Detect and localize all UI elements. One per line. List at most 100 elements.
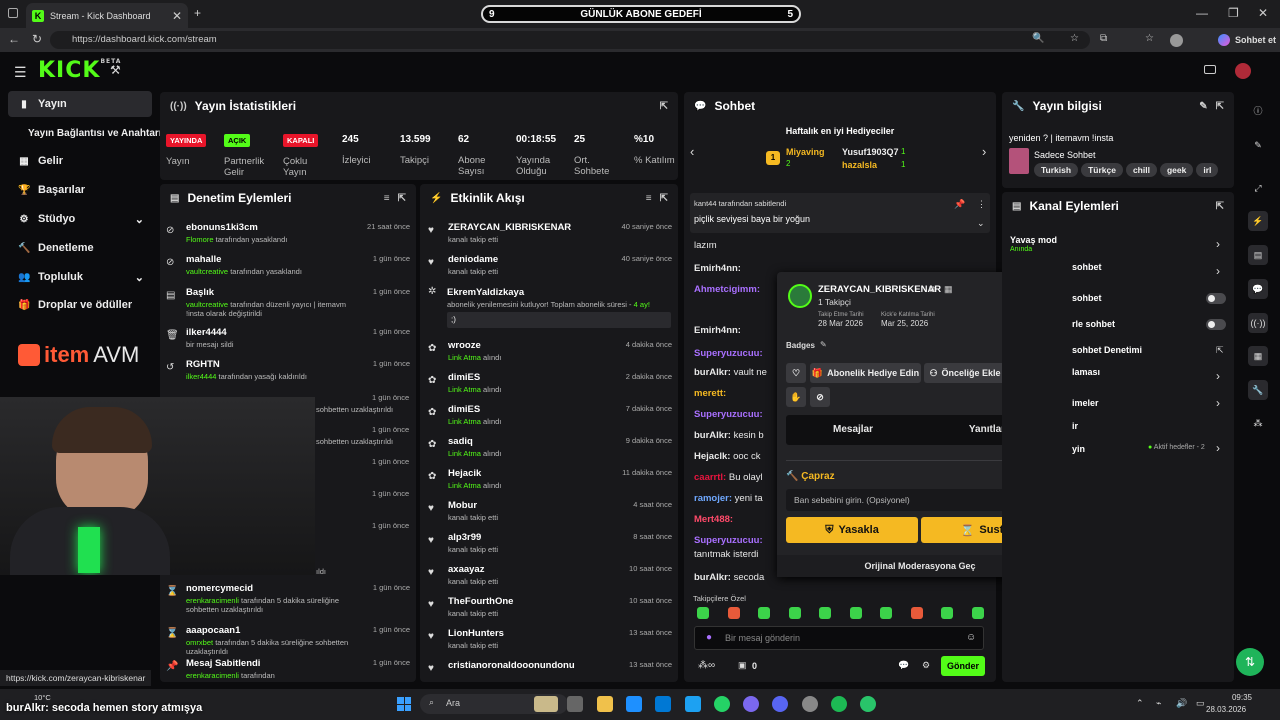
moderator-name[interactable]: omrxbet	[186, 638, 213, 647]
reload-icon[interactable]: ↻	[32, 32, 42, 46]
row-user[interactable]: Başlık	[186, 287, 365, 298]
expand-icon[interactable]: ⤢	[1248, 178, 1268, 198]
battery-icon[interactable]: ▭	[1196, 698, 1205, 709]
sidebar-item-yayin[interactable]: ▮ Yayın	[8, 91, 152, 117]
activity-row[interactable]: ♥ Mobur kanalı takip etti 4 saat önce	[428, 500, 672, 532]
row-user[interactable]: nomercymecid	[186, 583, 365, 594]
row-user[interactable]: alp3r99	[448, 532, 625, 543]
emote-icon[interactable]	[788, 607, 801, 619]
chat-message[interactable]: caarrtl: Bu olayl	[694, 472, 763, 483]
mic-icon[interactable]: ●	[706, 632, 712, 643]
popout-icon[interactable]: ⇱	[398, 193, 406, 204]
popout-icon[interactable]: ⇱	[660, 101, 668, 112]
chat-username[interactable]: Hejaclk:	[694, 451, 730, 462]
sidebar-item-droplar[interactable]: 🎁 Droplar ve ödüller	[8, 292, 152, 318]
next-arrow-icon[interactable]: ›	[982, 144, 986, 159]
activity-row[interactable]: ♥ axaayaz kanalı takip etti 10 saat önce	[428, 564, 672, 596]
chat-username[interactable]: Superyuzucuu:	[694, 535, 763, 546]
maximize-icon[interactable]: ❐	[1228, 6, 1239, 20]
moderation-row[interactable]: ⊘ ebonuns1ki3cm Flomore tarafından yasakla…	[166, 222, 410, 254]
row-user[interactable]: cristianoronaldooonundonu	[448, 660, 621, 671]
row-user[interactable]: Mobur	[448, 500, 625, 511]
weather-temp[interactable]: 10°C	[34, 693, 51, 702]
chat-message[interactable]: Mert488:	[694, 514, 733, 525]
profile-avatar[interactable]	[1170, 34, 1183, 47]
popout-icon[interactable]: ⇱	[1216, 201, 1224, 212]
chat-message[interactable]: merett:	[694, 388, 726, 399]
chat-username[interactable]: Emirh4nn:	[694, 325, 741, 336]
chevron-down-icon[interactable]: ⌄	[977, 218, 985, 229]
kick-logo[interactable]: KICKBETA	[38, 58, 121, 83]
emote-icon[interactable]	[758, 607, 770, 619]
taskbar-app-icon[interactable]	[713, 696, 730, 712]
prev-arrow-icon[interactable]: ‹	[690, 144, 694, 159]
moderation-row[interactable]: ↺ RGHTN ilker4444 tarafından yasağı kaldır…	[166, 359, 410, 391]
wrench-icon[interactable]: 🔧	[1248, 380, 1268, 400]
emote-icon[interactable]	[697, 607, 709, 619]
taskbar-app-icon[interactable]	[655, 696, 672, 712]
chat-message[interactable]: lazım	[694, 240, 717, 251]
floating-action-button[interactable]: ⇅	[1236, 648, 1264, 676]
activity-row[interactable]: ♥ alp3r99 kanalı takip etti 8 saat önce	[428, 532, 672, 564]
user-avatar[interactable]	[1235, 63, 1251, 79]
row-user[interactable]: TheFourthOne	[448, 596, 621, 607]
moderation-row[interactable]: 📌 Mesaj Sabitlendi erenkaracimenli tarafın…	[166, 658, 410, 690]
emote-icon[interactable]	[910, 607, 923, 619]
taskbar-date[interactable]: 28.03.2026	[1206, 705, 1246, 714]
row-user[interactable]: sadiq	[448, 436, 618, 447]
row-user[interactable]: LionHunters	[448, 628, 621, 639]
layers-icon[interactable]: ▦	[1248, 346, 1268, 366]
action-item[interactable]: sohbet	[1072, 262, 1102, 272]
chat-message[interactable]: Emirh4nn:	[694, 325, 741, 336]
chat-username[interactable]: burAlkr:	[694, 430, 731, 441]
chat-message[interactable]: Superyuzucuu:	[694, 409, 763, 420]
gifter-3-name[interactable]: hazalsla	[842, 160, 877, 170]
tag[interactable]: irl	[1196, 163, 1219, 177]
favorite-icon[interactable]: ☆	[1070, 33, 1079, 44]
moderator-name[interactable]: Flomore	[186, 235, 214, 244]
row-user[interactable]: deniodame	[448, 254, 614, 265]
chat-message[interactable]: Emirh4nn:	[694, 263, 741, 274]
chat-message[interactable]: Superyuzucuu:	[694, 535, 763, 546]
row-user[interactable]: wrooze	[448, 340, 618, 351]
points-icon[interactable]: ▣	[738, 660, 747, 671]
chevron-right-icon[interactable]: ›	[1216, 264, 1220, 278]
row-user[interactable]: Hejacik	[448, 468, 614, 479]
chat-username[interactable]: Superyuzucuu:	[694, 348, 763, 359]
sub-event-name[interactable]: EkremYaldizkaya	[447, 287, 524, 298]
emote-icon[interactable]	[880, 607, 892, 619]
external-icon[interactable]: ⇱	[1216, 345, 1224, 356]
pen-icon[interactable]: ✎	[1248, 135, 1268, 155]
toggle[interactable]	[1206, 293, 1226, 304]
action-item[interactable]: rle sohbet	[1072, 319, 1115, 329]
taskbar-app-icon[interactable]	[596, 696, 613, 712]
block-button[interactable]: ⊘	[810, 387, 830, 407]
emote-icon[interactable]	[819, 607, 831, 619]
sidebar-item-basarilar[interactable]: 🏆 Başarılar	[8, 177, 152, 203]
tab-actions-icon[interactable]	[8, 8, 18, 18]
sidebar-item-denetleme[interactable]: 🔨 Denetleme	[8, 235, 152, 261]
tag[interactable]: geek	[1159, 163, 1194, 177]
moderation-row[interactable]: ⌛ aaapocaan1 omrxbet tarafından 5 dakika s…	[166, 625, 410, 657]
activity-row[interactable]: ♥ ZERAYCAN_KIBRISKENAR kanalı takip etti 40…	[428, 222, 672, 254]
action-item[interactable]: ir	[1072, 421, 1078, 431]
action-item[interactable]: yin	[1072, 444, 1085, 454]
tag[interactable]: Türkçe	[1081, 163, 1123, 177]
minimize-icon[interactable]: —	[1196, 6, 1208, 20]
gifter-1-name[interactable]: Miyaving	[786, 147, 825, 157]
filter-icon[interactable]: ≡	[646, 193, 652, 204]
note-icon[interactable]: ▤	[1248, 245, 1268, 265]
chat-message[interactable]: ramojer: yeni ta	[694, 493, 763, 504]
row-user[interactable]: ilker4444	[186, 327, 365, 338]
row-user[interactable]: axaayaz	[448, 564, 621, 575]
emote-icon[interactable]	[941, 607, 953, 619]
moderator-name[interactable]: erenkaracimenli	[186, 671, 239, 680]
taskbar-app-icon[interactable]	[801, 696, 818, 712]
chat-message[interactable]: burAlkr: kesin b	[694, 430, 764, 441]
tag[interactable]: Turkish	[1034, 163, 1079, 177]
taskbar-time[interactable]: 09:35	[1222, 693, 1252, 702]
activity-row[interactable]: ✿ Hejacik Link Atma alındı 11 dakika önce	[428, 468, 672, 500]
chevron-right-icon[interactable]: ›	[1216, 441, 1220, 455]
close-tab-icon[interactable]: ✕	[172, 9, 182, 23]
chat-username[interactable]: Mert488:	[694, 514, 733, 525]
